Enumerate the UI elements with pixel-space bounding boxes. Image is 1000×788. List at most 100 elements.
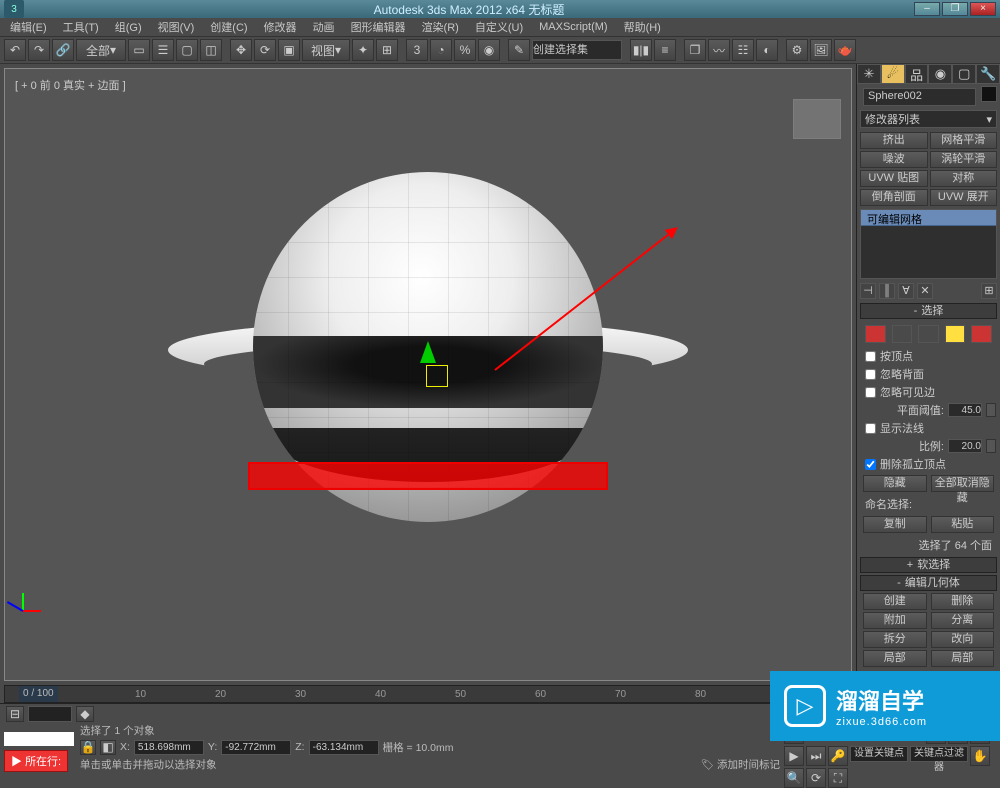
percent-snap-button[interactable]: % [454,39,476,61]
tab-display[interactable]: ▢ [952,64,976,84]
named-selection-dropdown[interactable]: 创建选择集 [532,40,622,60]
coord-x-input[interactable] [134,740,204,755]
layer-button[interactable]: ❐ [684,39,706,61]
tab-utilities[interactable]: 🔧 [976,64,1000,84]
set-key-button[interactable]: 🔑 [828,746,848,766]
manipulate-button[interactable]: ⊞ [376,39,398,61]
redo-button[interactable]: ↷ [28,39,50,61]
mod-unwrap[interactable]: UVW 展开 [930,189,998,206]
scale-spinner[interactable] [986,439,996,453]
rotate-button[interactable]: ⟳ [254,39,276,61]
viewport-front[interactable]: [ + 0 前 0 真实 + 边面 ] [4,68,852,681]
tab-create[interactable]: ✳ [857,64,881,84]
mod-bevelprofile[interactable]: 倒角剖面 [860,189,928,206]
region-button[interactable]: ▢ [176,39,198,61]
create-button[interactable]: 创建 [863,593,927,610]
angle-snap-button[interactable]: ◔ [430,39,452,61]
stack-editable-mesh[interactable]: 可编辑网格 [861,210,996,226]
so-vertex[interactable] [865,325,886,343]
object-name-field[interactable]: Sphere002 [863,88,976,106]
coord-y-input[interactable] [221,740,291,755]
unhide-all-button[interactable]: 全部取消隐藏 [931,475,995,492]
hide-button[interactable]: 隐藏 [863,475,927,492]
tab-motion[interactable]: ◉ [928,64,952,84]
rollout-editgeo[interactable]: 编辑几何体 [860,575,997,591]
menu-create[interactable]: 创建(C) [204,18,253,36]
menu-animation[interactable]: 动画 [307,18,341,36]
coord-z-input[interactable] [309,740,379,755]
delete-iso-check[interactable] [865,459,876,470]
mod-noise[interactable]: 噪波 [860,151,928,168]
render-setup-button[interactable]: ⚙ [786,39,808,61]
menu-edit[interactable]: 编辑(E) [4,18,53,36]
modifier-stack[interactable]: 可编辑网格 [860,209,997,279]
mod-extrude[interactable]: 挤出 [860,132,928,149]
align-button[interactable]: ≡ [654,39,676,61]
copy-sel-button[interactable]: 复制 [863,516,927,533]
menu-customize[interactable]: 自定义(U) [469,18,529,36]
spinner-snap-button[interactable]: ◉ [478,39,500,61]
object-color-swatch[interactable] [981,86,997,102]
nav-orbit-button[interactable]: ⟳ [806,768,826,788]
lock-selection-button[interactable]: 🔒 [80,740,96,755]
paste-sel-button[interactable]: 粘贴 [931,516,995,533]
script-input[interactable] [4,732,74,746]
part2-button[interactable]: 局部 [931,650,995,667]
menu-help[interactable]: 帮助(H) [618,18,667,36]
menu-views[interactable]: 视图(V) [152,18,201,36]
menu-grapheditors[interactable]: 图形编辑器 [345,18,412,36]
snap-button[interactable]: 3 [406,39,428,61]
so-element[interactable] [971,325,992,343]
planar-threshold-input[interactable] [948,403,982,417]
planar-spinner[interactable] [986,403,996,417]
setkey-button[interactable]: 设置关键点 [850,746,908,762]
viewcube-icon[interactable] [793,99,841,139]
scale-button[interactable]: ▣ [278,39,300,61]
coord-mode-button[interactable]: ◧ [100,740,116,755]
refcoord-dropdown[interactable]: 视图▾ [302,39,350,61]
turn-button[interactable]: 改向 [931,631,995,648]
transform-gizmo-icon[interactable] [420,341,436,363]
rollout-selection[interactable]: 选择 [860,303,997,319]
configure-sets-button[interactable]: ⊞ [981,283,997,299]
mod-uvwmap[interactable]: UVW 贴图 [860,170,928,187]
time-slider[interactable]: 0 / 100 1020 3040 5060 7080 90 [4,685,852,703]
pin-stack-button[interactable]: ⊣ [860,283,876,299]
so-poly[interactable] [945,325,966,343]
close-button[interactable]: × [970,2,996,16]
viewport-label[interactable]: [ + 0 前 0 真实 + 边面 ] [15,77,126,93]
maximize-button[interactable]: ❐ [942,2,968,16]
show-end-button[interactable]: ║ [879,283,895,299]
normal-scale-input[interactable] [948,439,982,453]
delete-button[interactable]: 删除 [931,593,995,610]
minimize-button[interactable]: – [914,2,940,16]
render-button[interactable]: 🫖 [834,39,856,61]
by-vertex-check[interactable] [865,351,876,362]
modifier-list-dropdown[interactable]: 修改器列表▾ [860,110,997,128]
detach-button[interactable]: 分离 [931,612,995,629]
goto-end-button[interactable]: ⏭ [806,746,826,766]
show-normals-check[interactable] [865,423,876,434]
tab-modify[interactable]: ☄ [881,64,905,84]
trackbar-key[interactable]: ◆ [76,706,94,722]
ignore-vis-check[interactable] [865,387,876,398]
mod-symmetry[interactable]: 对称 [930,170,998,187]
selection-filter[interactable]: 全部▾ [76,39,126,61]
select-name-button[interactable]: ☰ [152,39,174,61]
menu-tools[interactable]: 工具(T) [57,18,105,36]
menu-maxscript[interactable]: MAXScript(M) [533,20,613,34]
tab-hierarchy[interactable]: 品 [905,64,929,84]
link-button[interactable]: 🔗 [52,39,74,61]
schematic-button[interactable]: ☷ [732,39,754,61]
keyfilter-button[interactable]: 关键点过滤器 [910,746,968,762]
trackbar-toggle[interactable]: ⊟ [6,706,24,722]
split-button[interactable]: 拆分 [863,631,927,648]
select-button[interactable]: ▭ [128,39,150,61]
undo-button[interactable]: ↶ [4,39,26,61]
curve-editor-button[interactable]: 〰 [708,39,730,61]
mirror-button[interactable]: ▮|▮ [630,39,652,61]
edit-named-sel-button[interactable]: ✎ [508,39,530,61]
next-frame-button[interactable]: ▶ [784,746,804,766]
pivot-button[interactable]: ✦ [352,39,374,61]
so-face[interactable] [918,325,939,343]
